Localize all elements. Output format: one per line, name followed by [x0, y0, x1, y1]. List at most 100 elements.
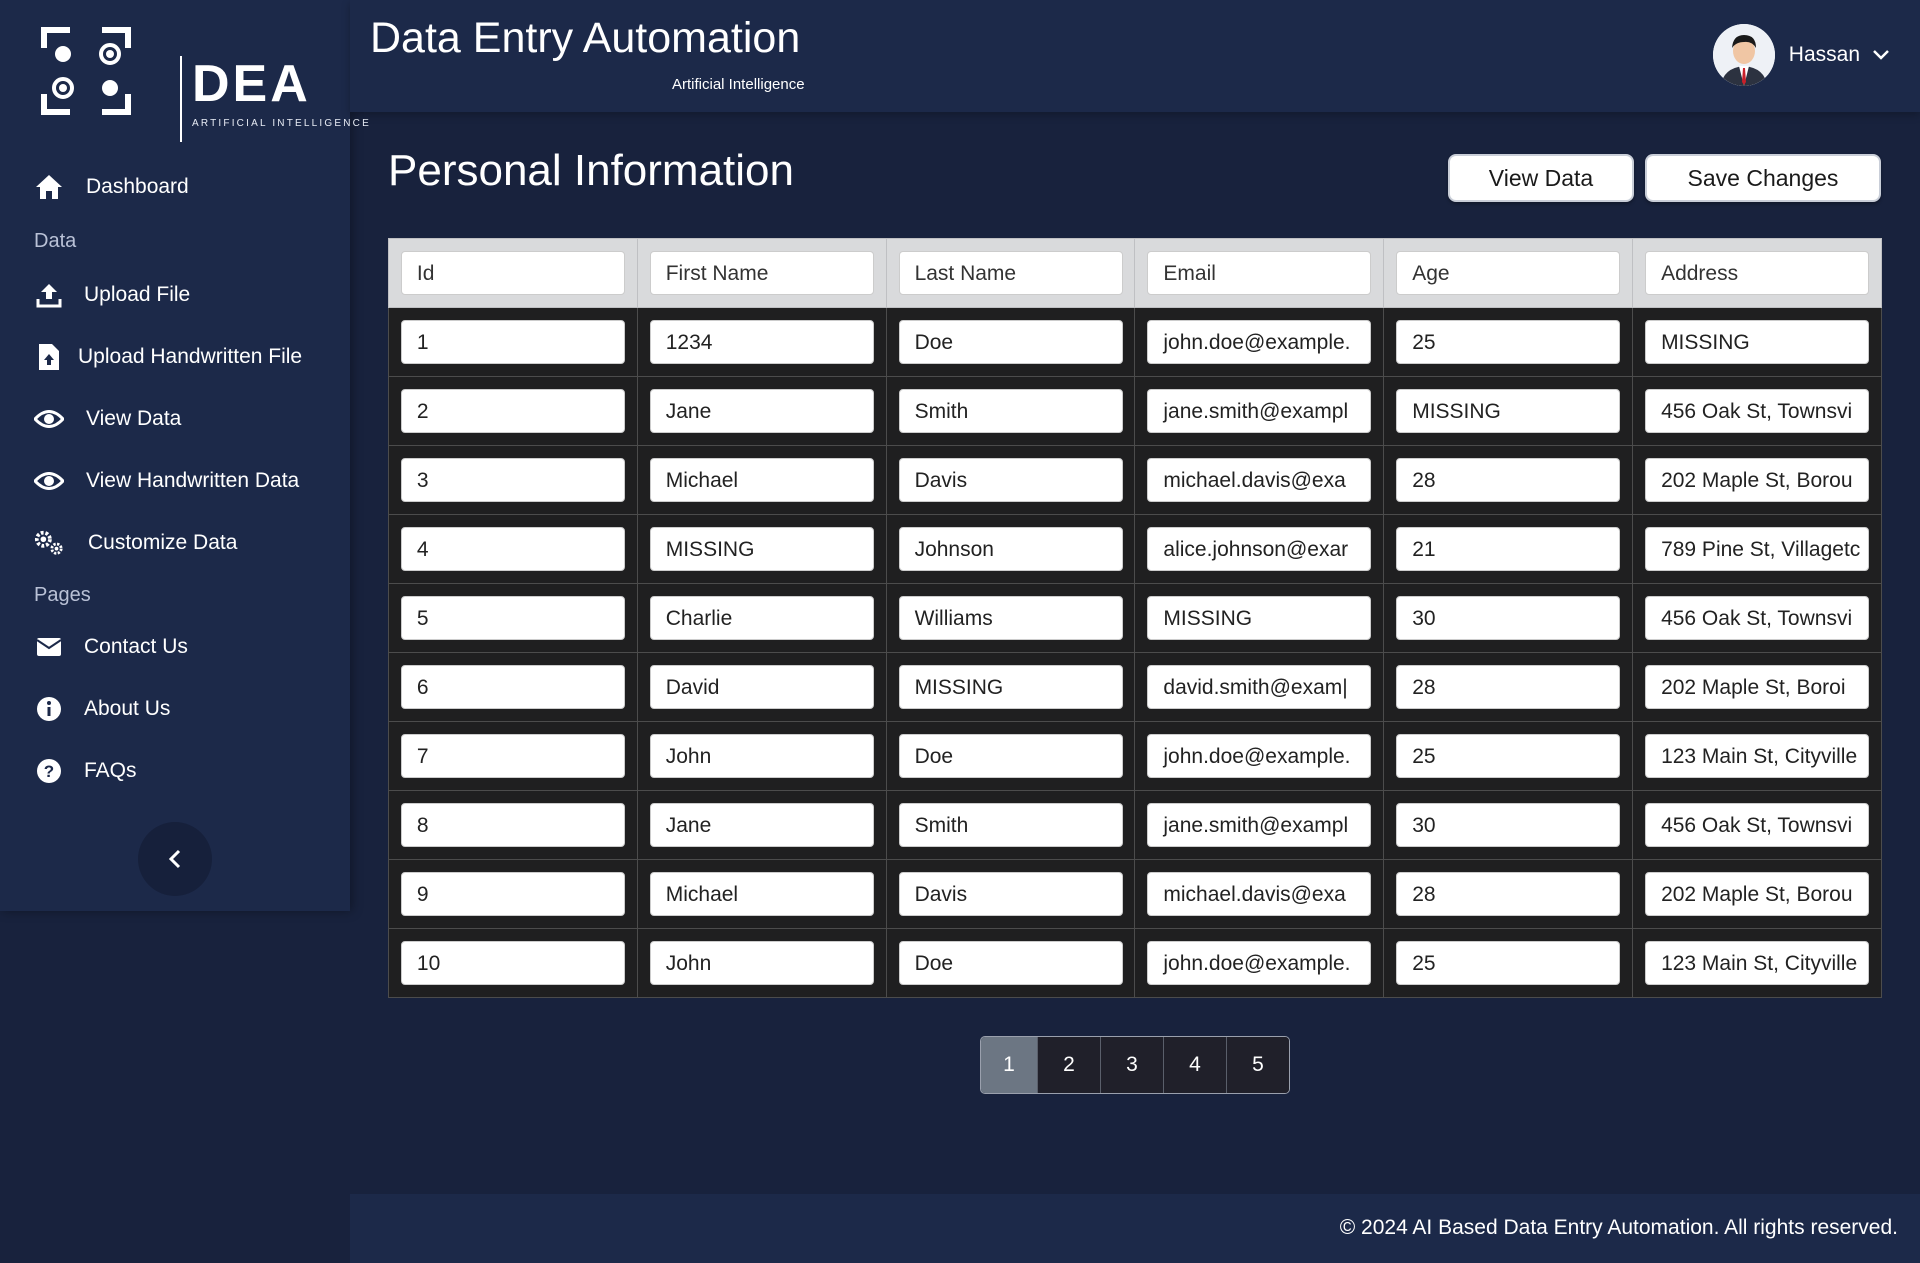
last-name-field[interactable]: Doe — [898, 320, 1123, 364]
address-field[interactable]: 202 Maple St, Borou — [1645, 872, 1870, 916]
table-row: 10 John Doe john.doe@example. 25 123 Main St,… — [388, 928, 1882, 998]
id-field[interactable]: 6 — [400, 665, 625, 709]
first-name-field[interactable]: 1234 — [649, 320, 874, 364]
email-field[interactable]: john.doe@example. — [1147, 320, 1372, 364]
sidebar-item-upload-handwritten[interactable]: Upload Handwritten File — [34, 342, 302, 372]
id-field[interactable]: 1 — [400, 320, 625, 364]
sidebar-item-about-us[interactable]: About Us — [34, 694, 170, 724]
table-cell: John — [636, 928, 887, 998]
table-cell: 3 — [388, 445, 638, 515]
address-field[interactable]: 202 Maple St, Boroi — [1645, 665, 1870, 709]
table-cell: michael.davis@exa — [1134, 445, 1385, 515]
last-name-field[interactable]: Doe — [898, 941, 1123, 985]
email-field[interactable]: john.doe@example. — [1147, 941, 1372, 985]
email-field[interactable]: michael.davis@exa — [1147, 872, 1372, 916]
last-name-field[interactable]: Johnson — [898, 527, 1123, 571]
email-field[interactable]: MISSING — [1147, 596, 1372, 640]
sidebar-item-label: Upload Handwritten File — [78, 345, 303, 368]
age-field[interactable]: 28 — [1396, 872, 1621, 916]
last-name-field[interactable]: Doe — [898, 734, 1123, 778]
sidebar-item-dashboard[interactable]: Dashboard — [34, 172, 189, 202]
first-name-field[interactable]: MISSING — [649, 527, 874, 571]
id-field[interactable]: 4 — [400, 527, 625, 571]
first-name-field[interactable]: David — [649, 665, 874, 709]
brand-logo[interactable]: DEA ARTIFICIAL INTELLIGENCE — [30, 26, 369, 142]
id-field[interactable]: 5 — [400, 596, 625, 640]
address-field[interactable]: 789 Pine St, Villagetc — [1645, 527, 1870, 571]
age-field[interactable]: 30 — [1396, 596, 1621, 640]
table-cell: Williams — [885, 583, 1136, 653]
age-field[interactable]: MISSING — [1396, 389, 1621, 433]
address-field[interactable]: 456 Oak St, Townsvi — [1645, 596, 1870, 640]
first-name-field[interactable]: Jane — [649, 389, 874, 433]
email-field[interactable]: michael.davis@exa — [1147, 458, 1372, 502]
sidebar-item-faqs[interactable]: ? FAQs — [34, 756, 137, 786]
id-field[interactable]: 8 — [400, 803, 625, 847]
column-header-first-name[interactable]: First Name — [649, 251, 874, 295]
age-field[interactable]: 28 — [1396, 665, 1621, 709]
table-cell: Jane — [636, 376, 887, 446]
age-field[interactable]: 25 — [1396, 734, 1621, 778]
address-field[interactable]: MISSING — [1645, 320, 1870, 364]
first-name-field[interactable]: Michael — [649, 458, 874, 502]
last-name-field[interactable]: Williams — [898, 596, 1123, 640]
address-field[interactable]: 123 Main St, Cityville — [1645, 734, 1870, 778]
id-field[interactable]: 2 — [400, 389, 625, 433]
logo-mark-icon — [41, 27, 131, 115]
last-name-field[interactable]: MISSING — [898, 665, 1123, 709]
email-field[interactable]: david.smith@exam| — [1147, 665, 1372, 709]
sidebar-item-label: Contact Us — [84, 635, 188, 658]
last-name-field[interactable]: Smith — [898, 389, 1123, 433]
column-header-last-name[interactable]: Last Name — [898, 251, 1123, 295]
page-button-1[interactable]: 1 — [981, 1037, 1037, 1093]
last-name-field[interactable]: Smith — [898, 803, 1123, 847]
last-name-field[interactable]: Davis — [898, 872, 1123, 916]
age-field[interactable]: 28 — [1396, 458, 1621, 502]
column-header-address[interactable]: Address — [1645, 251, 1870, 295]
age-field[interactable]: 25 — [1396, 941, 1621, 985]
sidebar-item-upload-file[interactable]: Upload File — [34, 280, 190, 310]
page-button-4[interactable]: 4 — [1163, 1037, 1226, 1093]
id-field[interactable]: 10 — [400, 941, 625, 985]
column-header-age[interactable]: Age — [1396, 251, 1621, 295]
last-name-field[interactable]: Davis — [898, 458, 1123, 502]
column-header-id[interactable]: Id — [400, 251, 625, 295]
first-name-field[interactable]: John — [649, 941, 874, 985]
page-button-3[interactable]: 3 — [1100, 1037, 1163, 1093]
table-row: 6 David MISSING david.smith@exam| 28 202 Mapl… — [388, 652, 1882, 722]
id-field[interactable]: 9 — [400, 872, 625, 916]
first-name-field[interactable]: Michael — [649, 872, 874, 916]
address-field[interactable]: 202 Maple St, Borou — [1645, 458, 1870, 502]
address-field[interactable]: 123 Main St, Cityville — [1645, 941, 1870, 985]
first-name-field[interactable]: John — [649, 734, 874, 778]
email-field[interactable]: john.doe@example. — [1147, 734, 1372, 778]
save-changes-button[interactable]: Save Changes — [1645, 154, 1881, 202]
email-field[interactable]: alice.johnson@exar — [1147, 527, 1372, 571]
page-button-2[interactable]: 2 — [1037, 1037, 1100, 1093]
age-field[interactable]: 21 — [1396, 527, 1621, 571]
first-name-field[interactable]: Charlie — [649, 596, 874, 640]
user-menu[interactable]: Hassan — [1712, 24, 1890, 86]
table-cell: MISSING — [1134, 583, 1385, 653]
first-name-field[interactable]: Jane — [649, 803, 874, 847]
id-field[interactable]: 7 — [400, 734, 625, 778]
view-data-button[interactable]: View Data — [1448, 154, 1634, 202]
email-field[interactable]: jane.smith@exampl — [1147, 803, 1372, 847]
sidebar-item-view-data[interactable]: View Data — [34, 404, 181, 434]
id-field[interactable]: 3 — [400, 458, 625, 502]
email-field[interactable]: jane.smith@exampl — [1147, 389, 1372, 433]
age-field[interactable]: 25 — [1396, 320, 1621, 364]
table-row: 9 Michael Davis michael.davis@exa 28 202 Mapl… — [388, 859, 1882, 929]
sidebar-item-label: Dashboard — [86, 175, 189, 198]
table-cell: MISSING — [636, 514, 887, 584]
table-row: 2 Jane Smith jane.smith@exampl MISSING 456 Oa… — [388, 376, 1882, 446]
column-header-email[interactable]: Email — [1147, 251, 1372, 295]
sidebar-item-contact-us[interactable]: Contact Us — [34, 632, 188, 662]
page-button-5[interactable]: 5 — [1226, 1037, 1289, 1093]
address-field[interactable]: 456 Oak St, Townsvi — [1645, 803, 1870, 847]
sidebar-item-customize-data[interactable]: Customize Data — [34, 528, 237, 558]
age-field[interactable]: 30 — [1396, 803, 1621, 847]
sidebar-item-view-handwritten[interactable]: View Handwritten Data — [34, 466, 299, 496]
collapse-sidebar-button[interactable] — [138, 822, 212, 896]
address-field[interactable]: 456 Oak St, Townsvi — [1645, 389, 1870, 433]
